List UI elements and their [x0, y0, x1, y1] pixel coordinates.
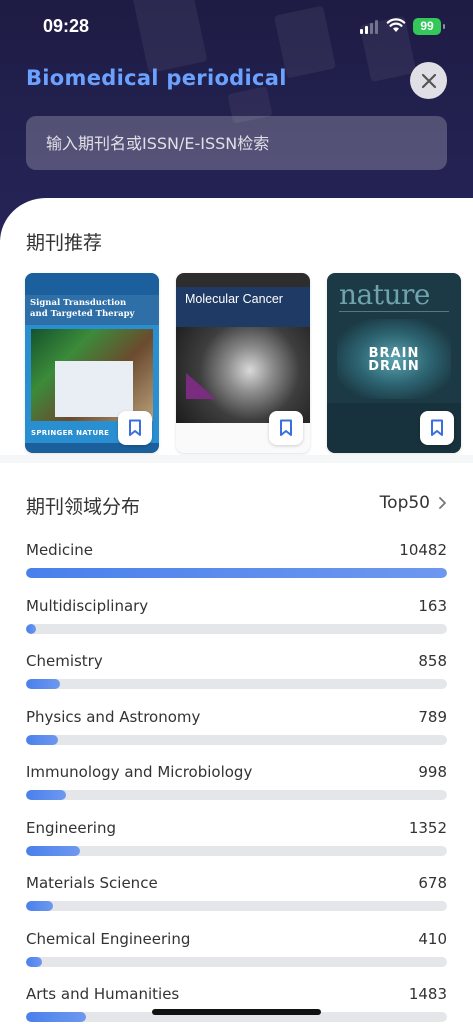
- distribution-row[interactable]: Chemical Engineering 410: [26, 930, 447, 986]
- progress-track: [26, 734, 447, 745]
- field-name: Materials Science: [26, 874, 158, 892]
- home-indicator: [152, 1009, 321, 1015]
- distribution-list: Medicine 10482 Multidisciplinary 163 Chemist…: [26, 541, 447, 1024]
- progress-fill: [26, 734, 58, 745]
- close-button[interactable]: [410, 62, 447, 99]
- progress-track: [26, 901, 447, 911]
- journal-cover-title: nature: [339, 278, 430, 311]
- section-divider: [0, 455, 473, 463]
- field-count: 789: [418, 707, 447, 726]
- progress-fill: [26, 679, 61, 689]
- field-name: Medicine: [26, 541, 94, 559]
- field-count: 998: [418, 763, 447, 781]
- progress-fill: [26, 901, 54, 911]
- battery-level: 99: [420, 19, 434, 33]
- journal-cover-title: Signal Transduction and Targeted Therapy: [30, 298, 135, 319]
- progress-track: [26, 845, 447, 856]
- distribution-row[interactable]: Engineering 1352: [26, 819, 447, 875]
- progress-fill: [26, 790, 67, 800]
- distribution-row[interactable]: Chemistry 858: [26, 652, 447, 708]
- status-time: 09:28: [43, 16, 90, 36]
- close-icon: [421, 73, 436, 88]
- battery-icon: 99: [413, 18, 445, 35]
- distribution-row[interactable]: Arts and Humanities 1483: [26, 985, 447, 1024]
- progress-track: [26, 790, 447, 800]
- field-name: Multidisciplinary: [26, 596, 149, 615]
- journal-cover[interactable]: Signal Transduction and Targeted Therapy…: [25, 273, 159, 453]
- distribution-title: 期刊领域分布: [26, 496, 141, 518]
- signal-icon: [360, 20, 378, 34]
- bookmark-icon: [129, 419, 141, 436]
- field-count: 10482: [399, 541, 447, 559]
- distribution-row[interactable]: Immunology and Microbiology 998: [26, 763, 447, 819]
- distribution-row[interactable]: Materials Science 678: [26, 874, 447, 930]
- field-count: 1483: [408, 985, 447, 1003]
- field-name: Engineering: [26, 818, 116, 837]
- field-name: Chemical Engineering: [26, 929, 191, 948]
- progress-fill: [26, 956, 43, 967]
- distribution-row[interactable]: Medicine 10482: [26, 541, 447, 597]
- bookmark-icon: [431, 419, 443, 436]
- field-count: 410: [418, 929, 447, 948]
- recommend-title: 期刊推荐: [26, 232, 103, 254]
- field-count: 858: [418, 652, 447, 670]
- content-card: 期刊推荐 Signal Transduction and Targeted Th…: [0, 198, 473, 1024]
- page-title: Biomedical periodical: [26, 66, 287, 90]
- progress-track: [26, 623, 447, 634]
- cover-headline: BRAIN DRAIN: [368, 346, 420, 374]
- search-box[interactable]: [26, 116, 447, 170]
- field-name: Physics and Astronomy: [26, 707, 201, 726]
- progress-fill: [26, 623, 36, 634]
- field-count: 163: [418, 596, 447, 615]
- progress-track: [26, 956, 447, 967]
- journal-carousel: Signal Transduction and Targeted Therapy…: [25, 273, 463, 453]
- progress-fill: [26, 1012, 86, 1022]
- top50-link[interactable]: Top50: [380, 493, 447, 513]
- chevron-right-icon: [439, 497, 446, 509]
- bookmark-button[interactable]: [420, 411, 454, 445]
- progress-track: [26, 679, 447, 689]
- progress-fill: [26, 845, 81, 856]
- search-input[interactable]: [46, 133, 426, 153]
- field-name: Chemistry: [26, 652, 103, 670]
- publisher-logo: SPRINGER NATURE: [31, 429, 110, 437]
- field-count: 1352: [408, 818, 447, 837]
- bookmark-button[interactable]: [118, 411, 152, 445]
- field-name: Immunology and Microbiology: [26, 763, 253, 781]
- progress-fill: [26, 568, 447, 578]
- bookmark-icon: [280, 419, 292, 436]
- progress-track: [26, 568, 447, 578]
- distribution-row[interactable]: Physics and Astronomy 789: [26, 708, 447, 764]
- top50-label: Top50: [379, 493, 430, 513]
- wifi-icon: [386, 18, 406, 32]
- field-count: 678: [418, 874, 447, 892]
- bookmark-button[interactable]: [269, 411, 303, 445]
- field-name: Arts and Humanities: [26, 985, 180, 1003]
- status-bar: 09:28 99: [0, 14, 473, 40]
- journal-cover[interactable]: nature BRAIN DRAIN: [327, 273, 461, 453]
- journal-cover-title: Molecular Cancer: [185, 292, 283, 306]
- distribution-row[interactable]: Multidisciplinary 163: [26, 597, 447, 653]
- journal-cover[interactable]: Molecular Cancer: [176, 273, 310, 453]
